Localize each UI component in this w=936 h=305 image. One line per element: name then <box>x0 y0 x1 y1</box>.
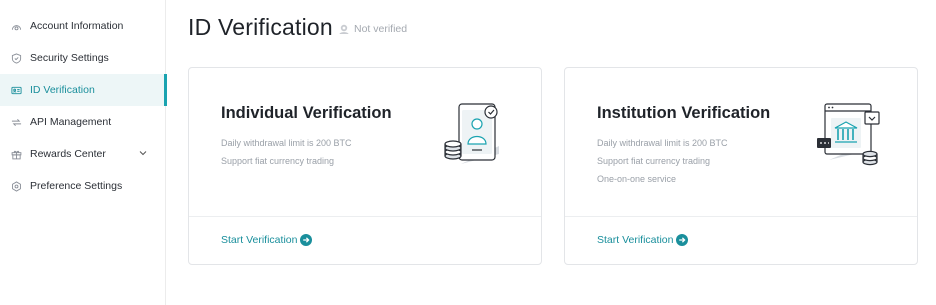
sidebar-item-label: API Management <box>30 116 112 128</box>
sidebar-item-label: Account Information <box>30 20 124 32</box>
account-icon <box>11 21 22 32</box>
user-badge-icon <box>338 23 350 35</box>
institution-verification-card: Institution Verification Daily withdrawa… <box>564 67 918 265</box>
start-verification-button[interactable]: Start Verification <box>221 234 313 246</box>
shield-icon <box>11 52 22 64</box>
card-feature: Support fiat currency trading <box>597 156 711 166</box>
sidebar-item-preference-settings[interactable]: Preference Settings <box>0 170 166 202</box>
status-text: Not verified <box>354 23 408 35</box>
person-id-phone-illustration <box>439 98 509 173</box>
sidebar-item-label: Rewards Center <box>30 148 106 160</box>
id-card-icon <box>11 85 22 96</box>
card-divider <box>565 216 917 217</box>
arrow-right-circle-icon <box>676 234 689 246</box>
sidebar-item-security-settings[interactable]: Security Settings <box>0 42 166 74</box>
sidebar-item-id-verification[interactable]: ID Verification <box>0 74 167 106</box>
card-feature: Daily withdrawal limit is 200 BTC <box>597 138 728 148</box>
chevron-down-icon[interactable] <box>138 148 148 158</box>
api-icon <box>11 117 22 128</box>
card-feature: Support fiat currency trading <box>221 156 335 166</box>
sidebar-item-rewards-center[interactable]: Rewards Center <box>0 138 166 170</box>
sidebar-item-api-management[interactable]: API Management <box>0 106 166 138</box>
bank-building-illustration <box>815 98 885 173</box>
arrow-right-circle-icon <box>300 234 313 246</box>
verification-status: Not verified <box>338 23 407 35</box>
sidebar-item-label: ID Verification <box>30 84 95 96</box>
card-title: Individual Verification <box>221 104 392 122</box>
sidebar-item-account-information[interactable]: Account Information <box>0 10 166 42</box>
card-feature: One-on-one service <box>597 174 677 184</box>
sidebar-item-label: Security Settings <box>30 52 109 64</box>
individual-verification-card: Individual Verification Daily withdrawal… <box>188 67 542 265</box>
sidebar-item-label: Preference Settings <box>30 180 123 192</box>
sidebar: Account Information Security Settings ID… <box>0 0 167 305</box>
gear-icon <box>11 180 22 192</box>
cta-label: Start Verification <box>221 234 298 246</box>
card-divider <box>189 216 541 217</box>
card-feature: Daily withdrawal limit is 200 BTC <box>221 138 352 148</box>
card-title: Institution Verification <box>597 104 771 122</box>
cta-label: Start Verification <box>597 234 674 246</box>
gift-icon <box>11 149 22 160</box>
start-verification-button[interactable]: Start Verification <box>597 234 689 246</box>
page-title: ID Verification <box>188 14 333 40</box>
